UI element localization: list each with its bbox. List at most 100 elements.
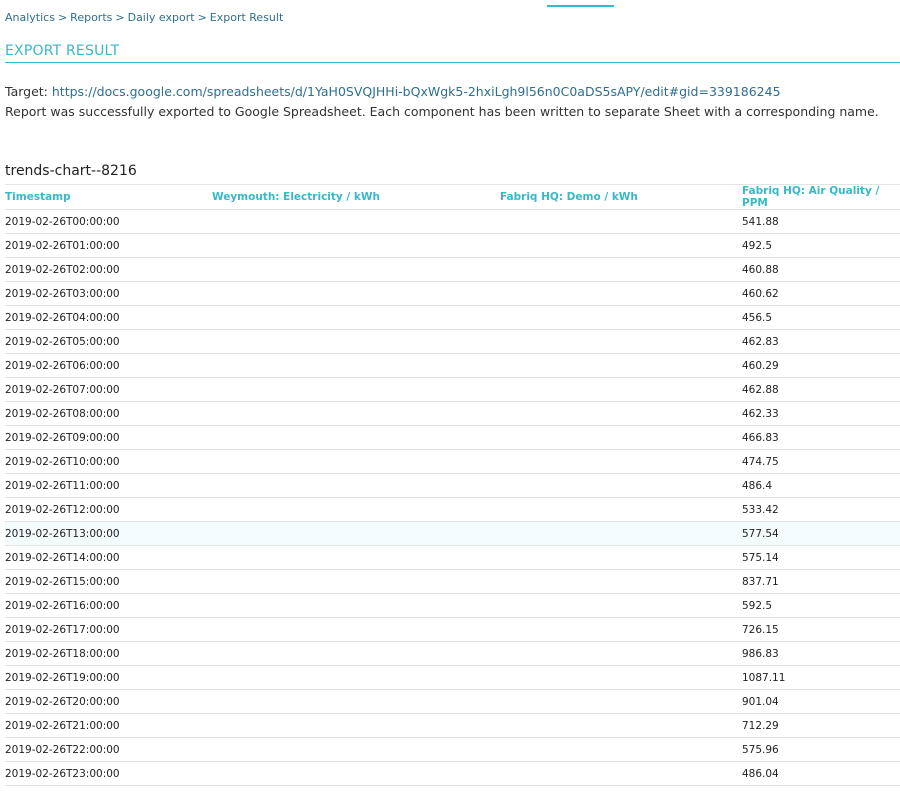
cell-weymouth-electricity — [212, 473, 500, 498]
cell-weymouth-electricity — [212, 617, 500, 642]
cell-fabriq-demo — [500, 761, 742, 786]
cell-fabriq-air-quality: 726.15 — [742, 617, 900, 642]
cell-weymouth-electricity — [212, 497, 500, 522]
cell-fabriq-air-quality: 575.14 — [742, 545, 900, 570]
table-row: 2019-02-26T23:00:00 486.04 — [5, 761, 900, 786]
cell-fabriq-demo — [500, 641, 742, 666]
breadcrumb-item-analytics[interactable]: Analytics — [5, 11, 55, 24]
cell-weymouth-electricity — [212, 353, 500, 378]
cell-fabriq-demo — [500, 665, 742, 690]
cell-fabriq-demo — [500, 233, 742, 258]
cell-timestamp: 2019-02-26T01:00:00 — [5, 233, 212, 258]
breadcrumb-item-daily-export[interactable]: Daily export — [128, 11, 195, 24]
cell-timestamp: 2019-02-26T20:00:00 — [5, 689, 212, 714]
cell-timestamp: 2019-02-26T08:00:00 — [5, 401, 212, 426]
cell-timestamp: 2019-02-26T19:00:00 — [5, 665, 212, 690]
export-data-table: Timestamp Weymouth: Electricity / kWh Fa… — [5, 184, 900, 786]
target-link[interactable]: https://docs.google.com/spreadsheets/d/1… — [52, 84, 781, 99]
breadcrumb: Analytics > Reports > Daily export > Export Re… — [5, 11, 283, 24]
table-row: 2019-02-26T01:00:00 492.5 — [5, 233, 900, 258]
table-row: 2019-02-26T16:00:00 592.5 — [5, 593, 900, 618]
breadcrumb-separator: > — [197, 11, 207, 24]
cell-fabriq-air-quality: 492.5 — [742, 233, 900, 258]
table-header-row: Timestamp Weymouth: Electricity / kWh Fa… — [5, 184, 900, 210]
cell-weymouth-electricity — [212, 305, 500, 330]
cell-fabriq-air-quality: 462.83 — [742, 329, 900, 354]
cell-weymouth-electricity — [212, 665, 500, 690]
cell-fabriq-demo — [500, 305, 742, 330]
cell-fabriq-demo — [500, 617, 742, 642]
cell-weymouth-electricity — [212, 713, 500, 738]
cell-weymouth-electricity — [212, 401, 500, 426]
cell-weymouth-electricity — [212, 545, 500, 570]
cell-timestamp: 2019-02-26T04:00:00 — [5, 305, 212, 330]
cell-weymouth-electricity — [212, 257, 500, 282]
cell-fabriq-demo — [500, 377, 742, 402]
export-success-message: Report was successfully exported to Goog… — [5, 104, 879, 119]
breadcrumb-separator: > — [115, 11, 125, 24]
column-header-fabriq-air-quality: Fabriq HQ: Air Quality / PPM — [742, 184, 900, 210]
table-row: 2019-02-26T08:00:00 462.33 — [5, 401, 900, 426]
cell-timestamp: 2019-02-26T05:00:00 — [5, 329, 212, 354]
cell-fabriq-demo — [500, 329, 742, 354]
table-row: 2019-02-26T20:00:00 901.04 — [5, 689, 900, 714]
cell-timestamp: 2019-02-26T02:00:00 — [5, 257, 212, 282]
cell-fabriq-air-quality: 486.04 — [742, 761, 900, 786]
table-row: 2019-02-26T15:00:00 837.71 — [5, 569, 900, 594]
table-body: 2019-02-26T00:00:00 541.88 2019-02-26T01:0… — [5, 209, 900, 786]
table-row: 2019-02-26T06:00:00 460.29 — [5, 353, 900, 378]
table-row: 2019-02-26T10:00:00 474.75 — [5, 449, 900, 474]
cell-fabriq-demo — [500, 257, 742, 282]
cell-fabriq-air-quality: 460.88 — [742, 257, 900, 282]
cell-fabriq-air-quality: 901.04 — [742, 689, 900, 714]
column-header-timestamp: Timestamp — [5, 184, 212, 210]
cell-fabriq-demo — [500, 737, 742, 762]
table-row: 2019-02-26T19:00:00 1087.11 — [5, 665, 900, 690]
cell-fabriq-air-quality: 533.42 — [742, 497, 900, 522]
cell-fabriq-demo — [500, 449, 742, 474]
cell-fabriq-demo — [500, 497, 742, 522]
table-row: 2019-02-26T03:00:00 460.62 — [5, 281, 900, 306]
table-row: 2019-02-26T09:00:00 466.83 — [5, 425, 900, 450]
cell-fabriq-demo — [500, 689, 742, 714]
cell-fabriq-demo — [500, 593, 742, 618]
export-target: Target: https://docs.google.com/spreadsh… — [5, 84, 781, 99]
table-row: 2019-02-26T07:00:00 462.88 — [5, 377, 900, 402]
cell-weymouth-electricity — [212, 593, 500, 618]
cell-weymouth-electricity — [212, 641, 500, 666]
cell-weymouth-electricity — [212, 425, 500, 450]
cell-fabriq-air-quality: 474.75 — [742, 449, 900, 474]
cell-timestamp: 2019-02-26T18:00:00 — [5, 641, 212, 666]
cell-weymouth-electricity — [212, 737, 500, 762]
cell-fabriq-air-quality: 577.54 — [742, 521, 900, 546]
cell-fabriq-demo — [500, 281, 742, 306]
cell-fabriq-air-quality: 466.83 — [742, 425, 900, 450]
cell-fabriq-demo — [500, 569, 742, 594]
cell-timestamp: 2019-02-26T15:00:00 — [5, 569, 212, 594]
cell-timestamp: 2019-02-26T03:00:00 — [5, 281, 212, 306]
breadcrumb-item-export-result: Export Result — [209, 11, 284, 24]
table-row: 2019-02-26T00:00:00 541.88 — [5, 209, 900, 234]
cell-fabriq-demo — [500, 545, 742, 570]
table-row: 2019-02-26T21:00:00 712.29 — [5, 713, 900, 738]
cell-timestamp: 2019-02-26T12:00:00 — [5, 497, 212, 522]
cell-weymouth-electricity — [212, 209, 500, 234]
breadcrumb-item-reports[interactable]: Reports — [70, 11, 112, 24]
cell-timestamp: 2019-02-26T07:00:00 — [5, 377, 212, 402]
cell-timestamp: 2019-02-26T11:00:00 — [5, 473, 212, 498]
table-row: 2019-02-26T22:00:00 575.96 — [5, 737, 900, 762]
cell-fabriq-air-quality: 1087.11 — [742, 665, 900, 690]
table-row: 2019-02-26T12:00:00 533.42 — [5, 497, 900, 522]
cell-fabriq-air-quality: 541.88 — [742, 209, 900, 234]
cell-fabriq-demo — [500, 353, 742, 378]
cell-fabriq-demo — [500, 401, 742, 426]
breadcrumb-separator: > — [57, 11, 68, 24]
cell-fabriq-air-quality: 462.33 — [742, 401, 900, 426]
cell-weymouth-electricity — [212, 233, 500, 258]
table-row: 2019-02-26T04:00:00 456.5 — [5, 305, 900, 330]
column-header-weymouth-electricity: Weymouth: Electricity / kWh — [212, 184, 500, 210]
cell-weymouth-electricity — [212, 521, 500, 546]
cell-fabriq-air-quality: 592.5 — [742, 593, 900, 618]
table-row: 2019-02-26T18:00:00 986.83 — [5, 641, 900, 666]
table-row: 2019-02-26T17:00:00 726.15 — [5, 617, 900, 642]
